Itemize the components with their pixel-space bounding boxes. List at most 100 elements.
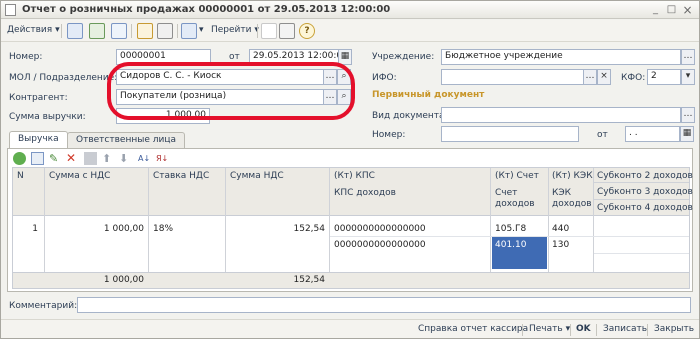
ifo-field[interactable] (441, 69, 584, 85)
doc-date-field[interactable]: . . (625, 126, 680, 142)
goto-menu[interactable]: Перейти ▾ (211, 25, 259, 35)
grid-divider (225, 168, 226, 288)
cell-kek-income[interactable]: 130 (552, 240, 569, 250)
col-header-subconto3[interactable]: Субконто 3 доходов (597, 187, 693, 197)
ifo-label: ИФО: (372, 73, 397, 83)
end-edit-icon[interactable] (84, 152, 97, 165)
mol-label: МОЛ / Подразделение: (9, 73, 118, 83)
institution-label: Учреждение: (372, 52, 435, 62)
clear-icon[interactable]: × (597, 69, 611, 85)
grid-divider (548, 168, 549, 288)
grid-divider (148, 168, 149, 288)
col-header-subconto4[interactable]: Субконто 4 доходов (597, 203, 693, 213)
cell-account[interactable]: 105.Г8 (495, 224, 526, 234)
document-window: Отчет о розничных продажах 00000001 от 2… (0, 0, 700, 339)
select-ellipsis-icon[interactable]: … (681, 49, 695, 65)
cell-n[interactable]: 1 (32, 224, 38, 234)
comment-label: Комментарий: (9, 301, 78, 311)
minimize-icon[interactable]: _ (649, 4, 662, 16)
print-label: Печать (529, 324, 563, 334)
select-ellipsis-icon[interactable]: … (681, 107, 695, 123)
window-title: Отчет о розничных продажах 00000001 от 2… (22, 4, 391, 15)
statusbar-divider (647, 324, 648, 336)
contractor-label: Контрагент: (9, 93, 68, 103)
report-icon[interactable] (279, 23, 295, 39)
based-on-icon[interactable] (181, 23, 197, 39)
copy-icon[interactable] (89, 23, 105, 39)
kfo-field[interactable]: 2 (647, 69, 681, 85)
add-row-icon[interactable] (13, 152, 26, 165)
cell-kek[interactable]: 440 (552, 224, 569, 234)
footer-vat-sum: 152,54 (293, 275, 326, 285)
doc-number-label: Номер: (372, 130, 406, 140)
delete-icon[interactable]: ✕ (66, 152, 79, 165)
number-label: Номер: (9, 52, 43, 62)
col-header-kt-kek[interactable]: (Кт) КЭК (552, 171, 593, 181)
refresh-icon[interactable] (111, 23, 127, 39)
col-header-kt-kps[interactable]: (Кт) КПС (334, 171, 375, 181)
tab-revenue[interactable]: Выручка (9, 131, 68, 149)
revenue-grid: N Сумма с НДС Ставка НДС Сумма НДС (Кт) … (12, 167, 693, 289)
calendar-icon[interactable]: ▦ (680, 126, 694, 142)
col-header-vat-sum[interactable]: Сумма НДС (230, 171, 284, 181)
kfo-label: КФО: (621, 73, 646, 83)
grid-divider (594, 253, 689, 254)
move-down-icon[interactable]: ⬇ (119, 152, 132, 165)
ok-button[interactable]: OK (576, 324, 591, 334)
move-up-icon[interactable]: ⬆ (102, 152, 115, 165)
doc-number-field[interactable] (441, 126, 579, 142)
statusbar-divider (596, 324, 597, 336)
chevron-down-icon[interactable]: ▾ (681, 69, 695, 85)
col-header-subconto2[interactable]: Субконто 2 доходов (597, 171, 693, 181)
col-header-n[interactable]: N (17, 171, 24, 181)
doc-type-field[interactable] (441, 107, 681, 123)
save-button[interactable]: Записать (603, 324, 647, 334)
select-ellipsis-icon[interactable]: … (583, 69, 597, 85)
col-header-vat-rate[interactable]: Ставка НДС (153, 171, 209, 181)
close-button[interactable]: Закрыть (654, 324, 694, 334)
grid-divider (593, 168, 594, 288)
cell-vat-sum[interactable]: 152,54 (294, 224, 326, 234)
grid-divider (490, 168, 491, 288)
edit-icon[interactable]: ✎ (49, 152, 62, 165)
close-icon[interactable]: × (681, 4, 694, 16)
cell-kps[interactable]: 0000000000000000 (334, 224, 426, 234)
toolbar-divider (61, 24, 62, 38)
statusbar-divider (522, 324, 523, 336)
structure-icon[interactable] (157, 23, 173, 39)
toolbar: Действия ▾ ▾ Перейти ▾ ? (1, 20, 699, 42)
comment-field[interactable] (77, 297, 691, 313)
date-from-label: от (229, 52, 240, 62)
sort-ascending-icon[interactable]: A↓ (138, 152, 151, 165)
print-menu[interactable]: Печать ▾ (529, 324, 570, 334)
actions-menu[interactable]: Действия ▾ (7, 25, 60, 35)
document-icon (5, 4, 16, 16)
cell-vat-rate[interactable]: 18% (153, 224, 173, 234)
grid-divider (44, 168, 45, 288)
col-header-kek-income[interactable]: КЭК доходов (552, 188, 592, 210)
copy-row-icon[interactable] (31, 152, 44, 165)
toolbar-divider (177, 24, 178, 38)
toolbar-divider (131, 24, 132, 38)
cashier-report-button[interactable]: Справка отчет кассира (418, 324, 528, 334)
dt-kt-icon[interactable] (261, 23, 277, 39)
doc-date-from-label: от (597, 130, 608, 140)
grid-divider (329, 168, 330, 288)
cell-kps-income[interactable]: 0000000000000000 (334, 240, 426, 250)
post-document-icon[interactable] (137, 23, 153, 39)
tab-responsible[interactable]: Ответственные лица (67, 132, 185, 148)
col-header-account-income[interactable]: Счет доходов (495, 188, 545, 210)
cell-sum-vat[interactable]: 1 000,00 (104, 224, 144, 234)
col-header-kt-account[interactable]: (Кт) Счет (495, 171, 539, 181)
maximize-icon[interactable]: □ (665, 4, 678, 16)
new-document-icon[interactable] (67, 23, 83, 39)
selected-cell[interactable]: 401.10 (492, 237, 547, 269)
title-bar: Отчет о розничных продажах 00000001 от 2… (1, 1, 699, 19)
col-header-kps-income[interactable]: КПС доходов (334, 188, 396, 198)
sort-descending-icon[interactable]: Я↓ (156, 152, 169, 165)
help-icon[interactable]: ? (299, 23, 315, 39)
institution-field[interactable]: Бюджетное учреждение (441, 49, 681, 65)
chevron-down-icon[interactable]: ▾ (199, 25, 204, 35)
col-header-sum-vat[interactable]: Сумма с НДС (49, 171, 110, 181)
toolbar-divider (257, 24, 258, 38)
